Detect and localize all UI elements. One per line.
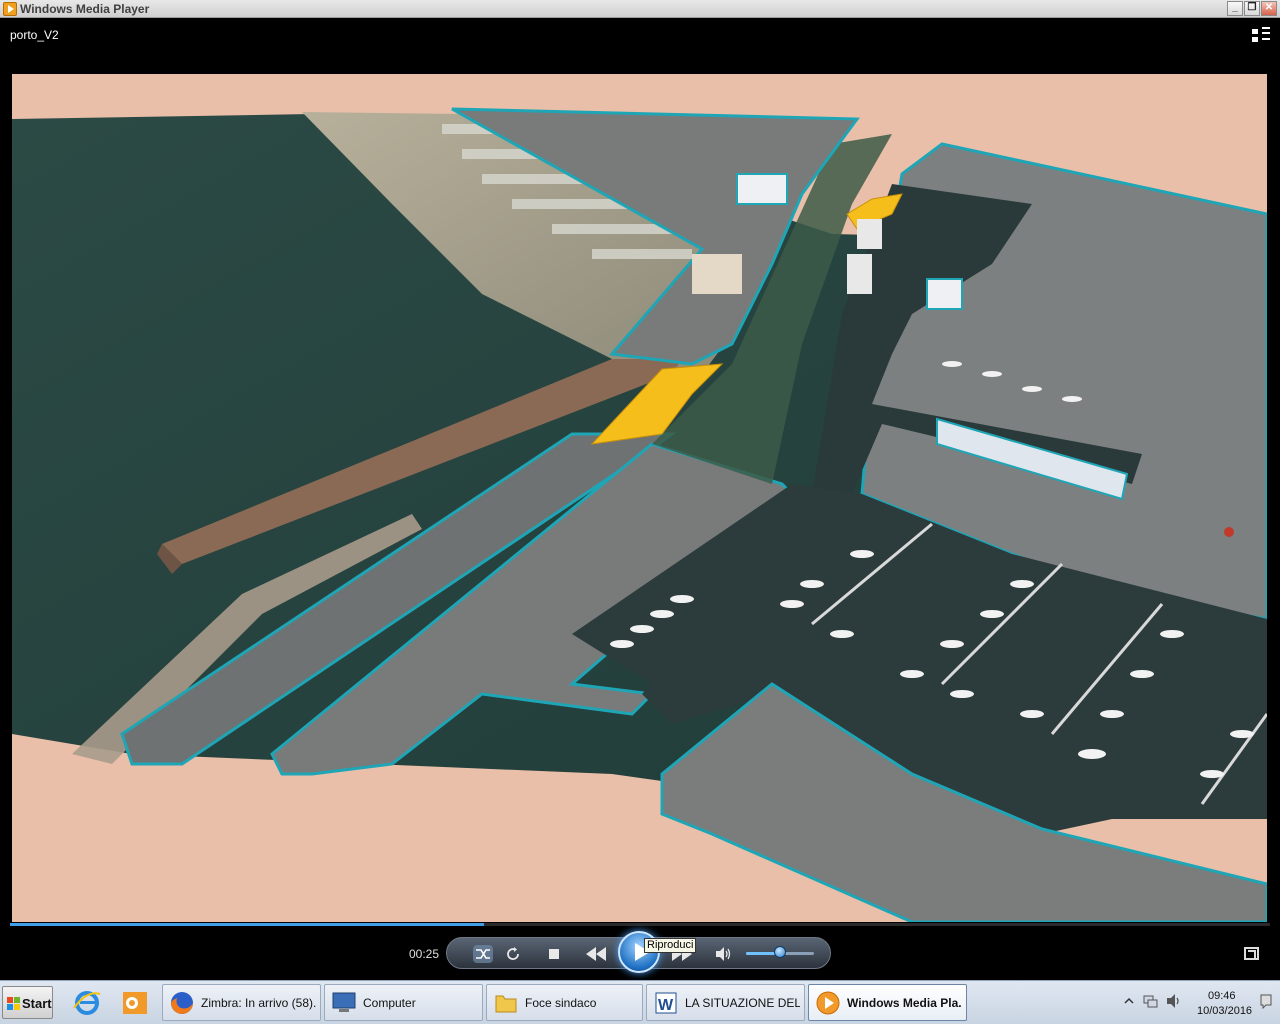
start-label: Start	[22, 996, 52, 1011]
action-center-icon[interactable]	[1258, 993, 1274, 1009]
word-icon: W	[655, 992, 677, 1014]
window-title: Windows Media Player	[20, 2, 150, 16]
network-icon[interactable]	[1142, 993, 1158, 1009]
computer-icon	[332, 992, 356, 1012]
previous-icon[interactable]	[585, 947, 607, 961]
show-hidden-icons-icon[interactable]	[1124, 996, 1134, 1006]
firefox-icon	[171, 992, 193, 1014]
taskbar-item-word[interactable]: W LA SITUAZIONE DEL ...	[646, 984, 805, 1021]
video-frame[interactable]	[12, 74, 1267, 922]
seek-bar-fill	[10, 923, 484, 926]
taskbar-item-firefox[interactable]: Zimbra: In arrivo (58)...	[162, 984, 321, 1021]
outlook-icon[interactable]	[118, 986, 152, 1019]
player-window: porto_V2 00:25 Riproduci	[0, 18, 1280, 980]
close-button[interactable]: ✕	[1261, 1, 1277, 16]
volume-icon[interactable]	[1166, 993, 1182, 1009]
internet-explorer-icon[interactable]	[70, 986, 104, 1019]
taskbar-item-folder[interactable]: Foce sindaco	[486, 984, 643, 1021]
media-player-icon	[816, 991, 840, 1015]
stop-icon[interactable]	[549, 949, 559, 959]
task-label: LA SITUAZIONE DEL ...	[685, 996, 800, 1010]
minimize-button[interactable]: _	[1227, 1, 1243, 16]
play-tooltip: Riproduci	[644, 938, 697, 953]
folder-icon	[495, 995, 517, 1013]
clock-time[interactable]: 09:46	[1208, 990, 1236, 1002]
current-time: 00:25	[409, 947, 440, 961]
task-label: Foce sindaco	[525, 996, 597, 1010]
speaker-icon[interactable]	[715, 947, 731, 961]
windows-logo-icon	[7, 997, 20, 1010]
taskbar-item-computer[interactable]: Computer	[324, 984, 483, 1021]
media-title: porto_V2	[10, 28, 59, 42]
svg-text:W: W	[658, 997, 674, 1014]
harbour-aerial-image	[12, 74, 1267, 922]
volume-knob[interactable]	[774, 946, 786, 958]
media-player-icon	[3, 2, 17, 16]
start-button[interactable]: Start	[2, 986, 53, 1019]
switch-to-library-icon[interactable]	[1252, 27, 1270, 43]
shuffle-icon[interactable]	[473, 945, 493, 963]
task-label: Windows Media Pla...	[847, 996, 962, 1010]
fullscreen-icon[interactable]	[1244, 947, 1259, 960]
task-label: Zimbra: In arrivo (58)...	[201, 996, 316, 1010]
title-bar[interactable]: Windows Media Player _ ❐ ✕	[0, 0, 1280, 18]
seek-bar[interactable]	[10, 923, 1270, 926]
taskbar-item-media-player[interactable]: Windows Media Pla...	[808, 984, 967, 1021]
task-label: Computer	[363, 996, 416, 1010]
taskbar: Start Zimbra: In arrivo (58)... Computer…	[0, 980, 1280, 1024]
clock-date[interactable]: 10/03/2016	[1197, 1005, 1252, 1017]
restore-button[interactable]: ❐	[1244, 1, 1260, 16]
window-controls: _ ❐ ✕	[1227, 1, 1277, 16]
repeat-icon[interactable]	[505, 946, 521, 962]
